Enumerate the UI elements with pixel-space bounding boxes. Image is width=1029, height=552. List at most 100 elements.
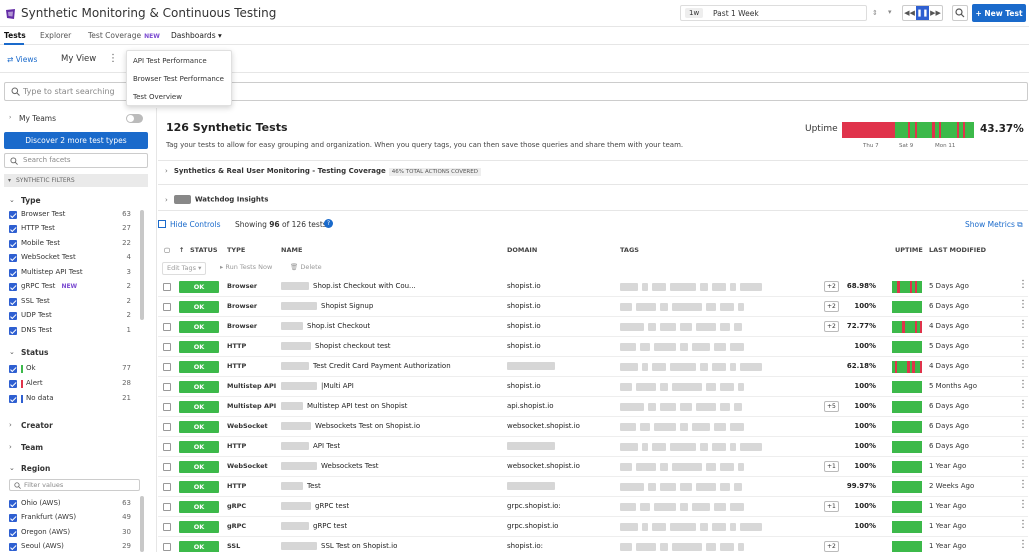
facet-type-mobile[interactable]: Mobile Test 22 (9, 238, 131, 250)
test-name-cell[interactable]: |Multi API (281, 382, 499, 390)
facet-type-websocket[interactable]: WebSocket Test 4 (9, 252, 131, 264)
type-facet-title[interactable]: Type (21, 196, 41, 205)
tag-chip[interactable] (680, 423, 688, 431)
tags-cell[interactable] (620, 543, 820, 551)
chevron-down-icon[interactable]: ▾ (888, 8, 892, 16)
tag-chip[interactable] (640, 343, 650, 351)
row-actions-icon[interactable]: ⋮ (1018, 339, 1028, 350)
row-checkbox[interactable] (163, 363, 171, 371)
test-name-cell[interactable]: gRPC test (281, 522, 499, 530)
col-type[interactable]: TYPE (227, 246, 245, 254)
tag-chip[interactable] (712, 443, 726, 451)
tag-chip[interactable] (654, 503, 676, 511)
table-row[interactable]: OK Multistep API Multistep API test on Sho… (158, 397, 1028, 417)
col-last-modified[interactable]: LAST MODIFIED (929, 246, 986, 254)
test-name-cell[interactable]: Shopist checkout test (281, 342, 499, 350)
tag-chip[interactable] (680, 323, 692, 331)
tag-chip[interactable] (738, 383, 744, 391)
view-options-icon[interactable]: ⋮ (108, 53, 118, 64)
my-teams-toggle[interactable] (126, 114, 143, 123)
test-name-cell[interactable]: Test Credit Card Payment Authorization (281, 362, 499, 370)
creator-facet-title[interactable]: Creator (21, 421, 53, 430)
tag-chip[interactable] (730, 503, 744, 511)
tag-chip[interactable] (652, 523, 666, 531)
tag-chip[interactable] (740, 523, 762, 531)
tag-chip[interactable] (714, 423, 726, 431)
tag-chip[interactable] (642, 283, 648, 291)
tag-chip[interactable] (730, 523, 736, 531)
select-all-checkbox[interactable]: ▢ (164, 246, 170, 254)
menu-item-test-overview[interactable]: Test Overview (127, 90, 231, 108)
tag-chip[interactable] (620, 383, 632, 391)
time-range-picker[interactable]: 1w Past 1 Week (680, 5, 867, 21)
tag-chip[interactable] (620, 343, 636, 351)
test-name-cell[interactable]: Multistep API test on Shopist (281, 402, 499, 410)
pause-button[interactable]: ❚❚ (916, 6, 929, 20)
test-name-cell[interactable]: SSL Test on Shopist.io (281, 542, 499, 550)
row-checkbox[interactable] (163, 523, 171, 531)
new-test-button[interactable]: + New Test (972, 4, 1026, 22)
facet-type-browser[interactable]: Browser Test 63 (9, 209, 131, 221)
row-checkbox[interactable] (163, 503, 171, 511)
tag-chip[interactable] (700, 523, 708, 531)
tag-chip[interactable] (700, 283, 708, 291)
row-actions-icon[interactable]: ⋮ (1018, 499, 1028, 510)
tag-chip[interactable] (714, 503, 726, 511)
tag-chip[interactable] (660, 463, 668, 471)
tag-chip[interactable] (654, 343, 676, 351)
tag-chip[interactable] (730, 363, 736, 371)
checkbox[interactable] (9, 500, 17, 508)
tag-chip[interactable] (652, 443, 666, 451)
tag-chip[interactable] (720, 483, 730, 491)
checkbox[interactable] (9, 514, 17, 522)
row-checkbox[interactable] (163, 383, 171, 391)
hide-controls-button[interactable]: Hide Controls (158, 220, 221, 229)
tag-chip[interactable] (738, 543, 744, 551)
tab-explorer[interactable]: Explorer (40, 31, 71, 40)
sidebar-scrollbar[interactable] (140, 210, 144, 320)
row-actions-icon[interactable]: ⋮ (1018, 319, 1028, 330)
row-actions-icon[interactable]: ⋮ (1018, 519, 1028, 530)
checkbox[interactable] (9, 211, 17, 219)
tag-chip[interactable] (670, 363, 696, 371)
tag-chip[interactable] (720, 323, 730, 331)
tags-cell[interactable] (620, 283, 820, 291)
tags-cell[interactable] (620, 343, 820, 351)
test-name-cell[interactable]: Test (281, 482, 499, 490)
sidebar-scrollbar[interactable] (140, 496, 144, 552)
tag-chip[interactable] (636, 303, 656, 311)
facet-type-udp[interactable]: UDP Test 2 (9, 310, 131, 322)
tag-chip[interactable] (652, 363, 666, 371)
tag-chip[interactable] (734, 403, 742, 411)
chevron-right-icon[interactable]: › (9, 421, 12, 429)
table-row[interactable]: OK HTTP API Test 100% 6 Days Ago ⋮ (158, 437, 1028, 457)
tag-chip[interactable] (660, 543, 668, 551)
help-icon[interactable]: ? (324, 219, 333, 228)
menu-item-api-test-performance[interactable]: API Test Performance (127, 54, 231, 72)
row-checkbox[interactable] (163, 463, 171, 471)
chevron-down-icon[interactable]: ⌄ (9, 464, 15, 472)
row-actions-icon[interactable]: ⋮ (1018, 439, 1028, 450)
more-tags-button[interactable]: +2 (824, 541, 839, 552)
tab-test-coverage[interactable]: Test Coverage NEW (88, 31, 160, 40)
tag-chip[interactable] (734, 483, 742, 491)
table-row[interactable]: OK gRPC gRPC test grpc.shopist.io 100% 1 Year… (158, 517, 1028, 537)
table-row[interactable]: OK WebSocket Websockets Test websocket.shop… (158, 457, 1028, 477)
tag-chip[interactable] (640, 423, 650, 431)
watchdog-section-toggle[interactable]: › Watchdog Insights (165, 195, 268, 204)
checkbox[interactable] (9, 395, 17, 403)
tab-dashboards[interactable]: Dashboards ▾ (171, 31, 222, 40)
tag-chip[interactable] (720, 303, 734, 311)
run-tests-now-button[interactable]: ▸ Run Tests Now (216, 262, 276, 275)
tag-chip[interactable] (642, 523, 648, 531)
test-name-cell[interactable]: Websockets Test (281, 462, 499, 470)
row-checkbox[interactable] (163, 323, 171, 331)
forward-button[interactable]: ▶▶ (929, 6, 942, 20)
tag-chip[interactable] (714, 343, 726, 351)
tag-chip[interactable] (620, 443, 638, 451)
tag-chip[interactable] (680, 483, 692, 491)
table-row[interactable]: OK gRPC gRPC test grpc.shopist.io: +1 100% 1 Y… (158, 497, 1028, 517)
tag-chip[interactable] (706, 463, 716, 471)
row-checkbox[interactable] (163, 283, 171, 291)
tag-chip[interactable] (720, 543, 734, 551)
